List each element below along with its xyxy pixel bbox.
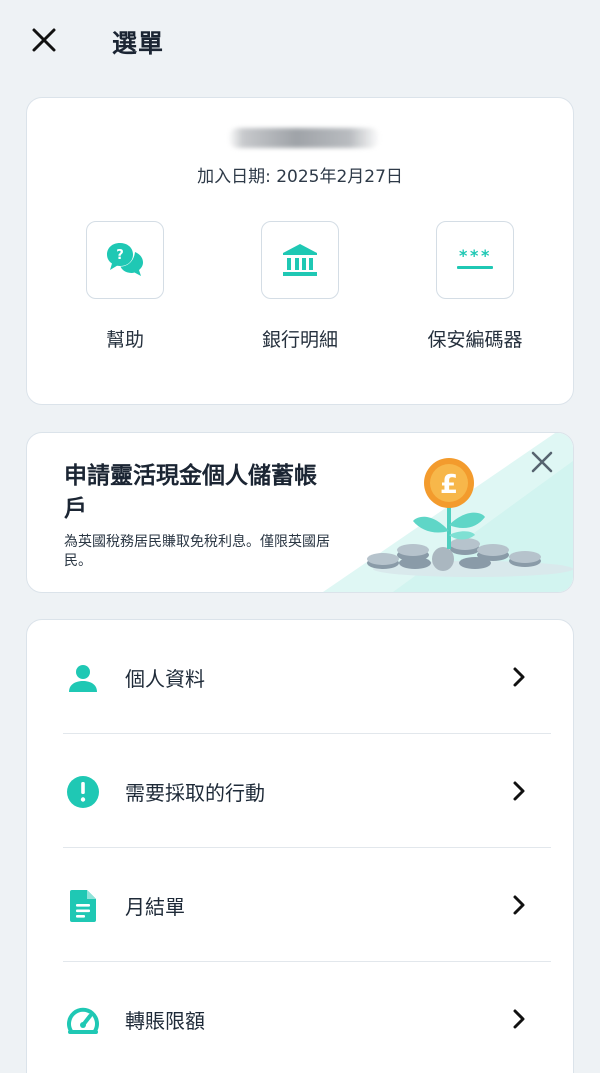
redacted-account-name bbox=[228, 128, 380, 148]
document-icon bbox=[70, 890, 96, 922]
menu-item-transfer-limits[interactable]: 轉賬限額 bbox=[63, 962, 551, 1073]
join-date: 加入日期: 2025年2月27日 bbox=[197, 167, 403, 187]
menu-item-label: 轉賬限額 bbox=[125, 1009, 205, 1033]
chevron-right-icon bbox=[513, 1009, 525, 1029]
help-label: 幫助 bbox=[105, 329, 144, 351]
svg-text:*: * bbox=[459, 246, 468, 265]
isa-promo-card[interactable]: £ 申請靈活現金個人儲蓄帳戶 為英國稅務居民賺取免稅利息。僅限英國居民。 bbox=[26, 432, 574, 593]
security-code-generator-label: 保安編碼器 bbox=[427, 329, 523, 351]
promo-dismiss-button[interactable] bbox=[525, 445, 559, 479]
person-icon bbox=[69, 665, 97, 692]
svg-text:?: ? bbox=[116, 248, 124, 263]
close-icon bbox=[531, 451, 553, 473]
chevron-right-icon bbox=[513, 781, 525, 801]
top-bar: 選單 bbox=[0, 0, 600, 84]
bank-details-button[interactable]: 銀行明細 bbox=[220, 221, 380, 354]
svg-text:£: £ bbox=[440, 470, 458, 500]
menu-item-actions-required[interactable]: 需要採取的行動 bbox=[63, 734, 551, 848]
passcode-icon-box: * * * bbox=[436, 221, 514, 299]
bank-icon bbox=[283, 244, 317, 276]
svg-text:*: * bbox=[470, 246, 479, 265]
menu-item-label: 需要採取的行動 bbox=[125, 781, 265, 805]
passcode-icon: * * * bbox=[457, 246, 493, 269]
help-icon-box: ? bbox=[86, 221, 164, 299]
menu-item-label: 月結單 bbox=[125, 895, 185, 919]
bank-details-label: 銀行明細 bbox=[261, 329, 338, 351]
alert-icon bbox=[67, 776, 99, 808]
menu-item-label: 個人資料 bbox=[125, 667, 205, 691]
chevron-right-icon bbox=[513, 667, 525, 687]
menu-item-personal-info[interactable]: 個人資料 bbox=[63, 620, 551, 734]
menu-list-card: 個人資料 需要採取的行動 月結單 轉賬限額 bbox=[26, 619, 574, 1073]
menu-item-monthly-statements[interactable]: 月結單 bbox=[63, 848, 551, 962]
speedometer-icon bbox=[67, 1007, 99, 1034]
chevron-right-icon bbox=[513, 895, 525, 915]
promo-title: 申請靈活現金個人儲蓄帳戶 bbox=[64, 463, 317, 522]
close-button[interactable] bbox=[26, 22, 62, 58]
close-icon bbox=[32, 28, 56, 52]
help-button[interactable]: ? 幫助 bbox=[45, 221, 205, 354]
page-title: 選單 bbox=[112, 29, 165, 58]
svg-text:*: * bbox=[481, 246, 490, 265]
bank-icon-box bbox=[261, 221, 339, 299]
help-chat-icon: ? bbox=[107, 243, 143, 276]
promo-subtitle: 為英國稅務居民賺取免稅利息。僅限英國居民。 bbox=[64, 534, 330, 569]
security-code-generator-button[interactable]: * * * 保安編碼器 bbox=[395, 221, 555, 354]
